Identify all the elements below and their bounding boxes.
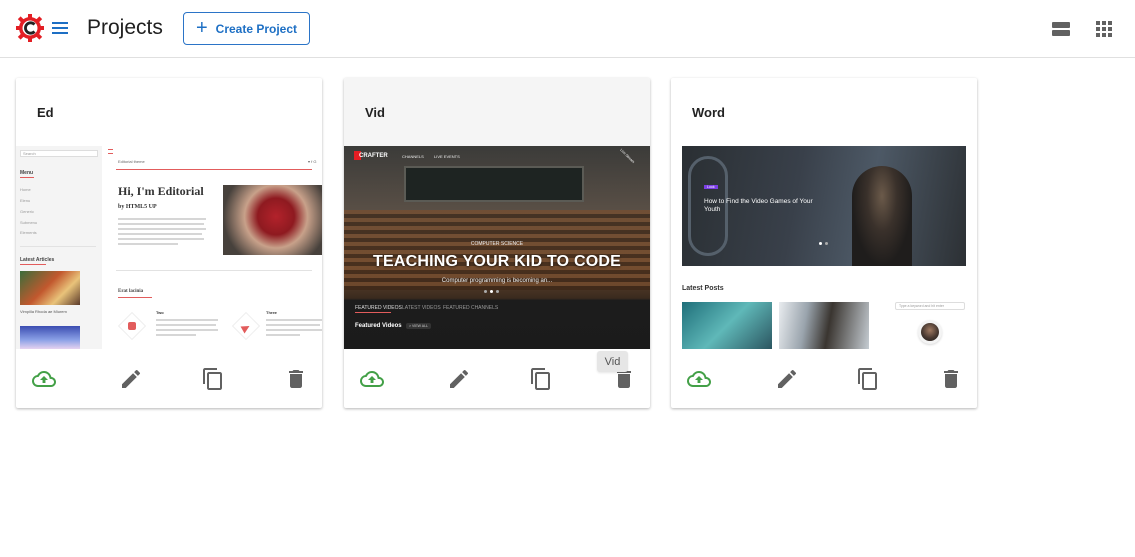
trash-icon[interactable] bbox=[284, 367, 308, 391]
thumb-headline: How to Find the Video Games of Your Yout… bbox=[704, 198, 813, 213]
project-name: Vid bbox=[344, 78, 650, 146]
cloud-upload-icon[interactable] bbox=[687, 367, 711, 391]
thumb-food-image bbox=[20, 271, 80, 305]
page-title: Projects bbox=[87, 16, 163, 39]
thumb-subhead: by HTML5 UP bbox=[118, 204, 157, 210]
copy-icon[interactable] bbox=[856, 367, 880, 391]
project-name: Ed bbox=[37, 104, 54, 120]
create-project-button[interactable]: + Create Project bbox=[183, 12, 310, 45]
cloud-upload-icon[interactable] bbox=[32, 367, 56, 391]
create-project-label: Create Project bbox=[215, 21, 298, 36]
project-name: Word bbox=[692, 104, 725, 120]
thumb-section-title: Latest Posts bbox=[682, 285, 724, 292]
thumb-headline: TEACHING YOUR KID TO CODE bbox=[373, 253, 621, 270]
thumb-avatar-frame bbox=[918, 320, 942, 344]
copy-icon[interactable] bbox=[529, 367, 553, 391]
pencil-icon[interactable] bbox=[447, 367, 471, 391]
project-thumbnail[interactable]: Look How to Find the Video Games of Your… bbox=[671, 146, 977, 349]
thumb-post-image-2 bbox=[779, 302, 869, 349]
thumb-sidebar: Search Menu Home Elenu Generic Submenu E… bbox=[16, 146, 102, 349]
pencil-icon[interactable] bbox=[119, 367, 143, 391]
project-card-word[interactable]: Word Look How to Find the Video Games of… bbox=[671, 78, 977, 408]
project-card-ed[interactable]: Ed Search Menu Home Elenu Generic Submen… bbox=[16, 78, 322, 408]
thumb-post-image-1 bbox=[682, 302, 772, 349]
cloud-upload-icon[interactable] bbox=[360, 367, 384, 391]
thumb-hero-image: Look How to Find the Video Games of Your… bbox=[682, 146, 966, 266]
copy-icon[interactable] bbox=[201, 367, 225, 391]
project-thumbnail[interactable]: CRAFTER CHANNELS LIVE EVENTS Live Stream… bbox=[344, 146, 650, 349]
thumb-person bbox=[852, 166, 912, 266]
thumb-headline: Hi, I'm Editorial bbox=[118, 184, 204, 198]
grid-view-icon[interactable] bbox=[1094, 19, 1114, 39]
plus-icon: + bbox=[195, 16, 208, 39]
thumb-main: Editorial theme ▾ f G Hi, I'm Editorial … bbox=[102, 146, 322, 349]
thumb-lights-image bbox=[20, 326, 80, 349]
thumb-strawberries-image bbox=[223, 185, 322, 255]
app-header: Projects + Create Project bbox=[0, 0, 1135, 58]
hamburger-menu-icon[interactable] bbox=[50, 18, 70, 38]
trash-icon[interactable] bbox=[939, 367, 963, 391]
crafter-logo-icon[interactable] bbox=[16, 13, 44, 43]
delete-tooltip: Vid bbox=[597, 351, 628, 372]
card-actions bbox=[671, 349, 977, 408]
thumb-slider-dots bbox=[484, 290, 499, 293]
thumb-slider-dots bbox=[819, 242, 828, 245]
thumb-search-box: Search bbox=[20, 150, 98, 157]
thumb-blackboard bbox=[404, 166, 584, 202]
project-thumbnail[interactable]: Search Menu Home Elenu Generic Submenu E… bbox=[16, 146, 322, 349]
list-view-icon[interactable] bbox=[1051, 19, 1071, 39]
pencil-icon[interactable] bbox=[775, 367, 799, 391]
thumb-search-box: Type a keyword and hit enter bbox=[895, 302, 965, 310]
thumb-avatar bbox=[921, 323, 939, 341]
thumb-feature-icon bbox=[128, 322, 136, 330]
card-actions bbox=[16, 349, 322, 408]
